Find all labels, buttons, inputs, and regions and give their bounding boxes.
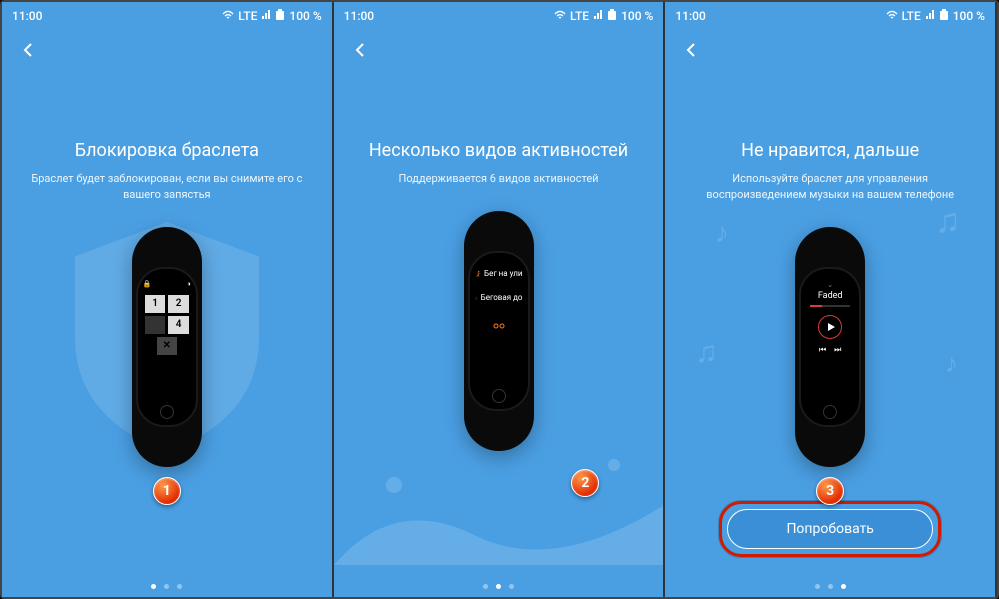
dot-1 [483,584,488,589]
dot-2 [164,584,169,589]
keypad-1: 1 [145,295,166,313]
keypad-clear: ✕ [157,337,177,355]
band-home-button [492,389,506,403]
band-home-button [823,405,837,419]
band-device: Бег на ули Беговая до [464,211,534,451]
cta-highlight: Попробовать [719,501,941,557]
dot-3 [177,584,182,589]
battery-label: 100 % [289,9,321,23]
wifi-icon [222,9,234,23]
band-screen-music: ⌄ Faded ⏮ ⏭ [804,277,856,397]
dot-2 [496,584,501,589]
page-title: Не нравится, дальше [665,140,995,161]
battery-icon [939,9,949,24]
running-icon [475,267,481,281]
battery-icon [275,9,285,24]
keypad-2: 2 [168,295,189,313]
onboarding-screen-2: 11:00 LTE 100 % Несколько видов активнос… [334,2,666,597]
status-right: LTE 100 % [886,9,985,24]
band-device: ⌄ Faded ⏮ ⏭ [795,227,865,467]
dot-1 [151,584,156,589]
network-label: LTE [570,9,589,23]
status-bar: 11:00 LTE 100 % [665,2,995,30]
battery-icon [607,9,617,24]
band-device: 🔒 ◑ 1 2 4 ✕ [132,227,202,467]
dot-1 [815,584,820,589]
dot-3 [509,584,514,589]
cycling-icon [493,315,505,329]
dot-2 [828,584,833,589]
keypad-3 [145,316,166,334]
progress-bar [810,305,850,307]
status-bar: 11:00 LTE 100 % [334,2,664,30]
network-label: LTE [902,9,921,23]
page-subtitle: Используйте браслет для управления воспр… [665,171,995,203]
track-name: Faded [804,291,856,301]
page-dots [665,584,995,589]
prev-icon: ⏮ [819,345,826,355]
page-title: Блокировка браслета [2,140,332,161]
step-badge-3: 3 [816,477,844,505]
next-icon: ⏭ [834,345,841,355]
onboarding-screen-1: 11:00 LTE 100 % Блокировка браслета Брас… [2,2,334,597]
status-right: LTE 100 % [554,9,653,24]
activity-label: Беговая до [481,293,523,302]
status-bar: 11:00 LTE 100 % [2,2,332,30]
treadmill-icon [475,291,477,305]
clock: 11:00 [12,9,42,23]
page-subtitle: Браслет будет заблокирован, если вы сним… [2,171,332,203]
status-right: LTE 100 % [222,9,321,24]
band-lock-icon: 🔒 [143,280,152,288]
battery-label: 100 % [953,9,985,23]
band-screen-lock: 🔒 ◑ 1 2 4 ✕ [141,277,193,397]
activity-label: Бег на ули [484,269,522,278]
step-badge-1: 1 [153,477,181,505]
signal-icon [593,9,603,23]
onboarding-screen-3: 11:00 LTE 100 % ♪ ♫ ♫ ♪ Не нравится, дал… [665,2,997,597]
signal-icon [261,9,271,23]
band-screen-activity: Бег на ули Беговая до [473,261,525,381]
network-label: LTE [238,9,257,23]
page-subtitle: Поддерживается 6 видов активностей [334,171,664,187]
signal-icon [925,9,935,23]
page-title: Несколько видов активностей [334,140,664,161]
try-button[interactable]: Попробовать [727,509,933,549]
keypad-4: 4 [168,316,189,334]
page-dots [334,584,664,589]
wifi-icon [554,9,566,23]
battery-label: 100 % [621,9,653,23]
play-icon [818,315,842,339]
page-dots [2,584,332,589]
dot-3 [841,584,846,589]
band-home-button [160,405,174,419]
wifi-icon [886,9,898,23]
clock: 11:00 [675,9,705,23]
clock: 11:00 [344,9,374,23]
